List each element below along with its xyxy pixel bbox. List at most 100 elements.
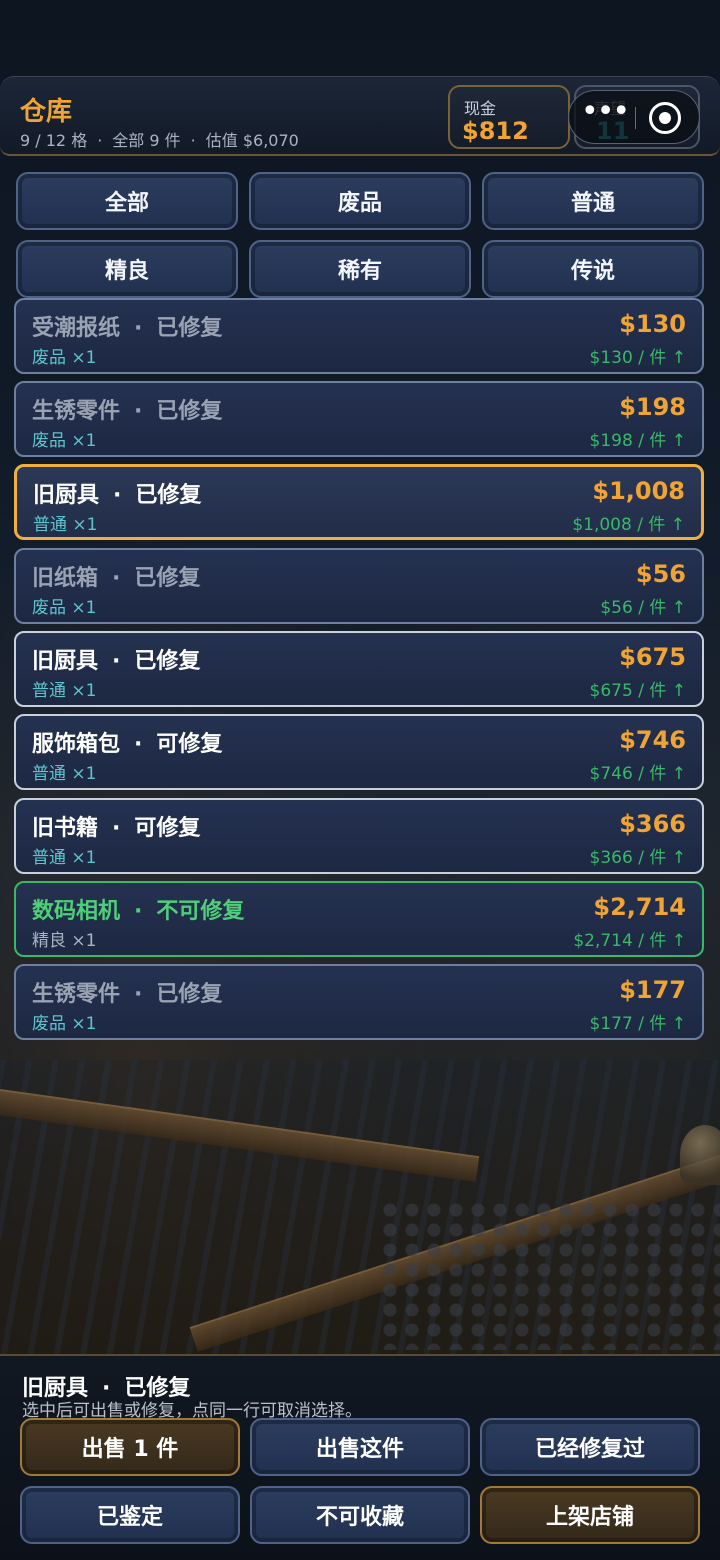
item-price: $1,008: [592, 477, 685, 505]
item-title: 生锈零件 · 已修复: [32, 976, 222, 1008]
separator-dot: ·: [112, 816, 121, 841]
item-row-selected[interactable]: 旧厨具 · 已修复 普通 ×1 $1,008 $1,008 / 件 ↑: [14, 464, 704, 540]
grade-label: 普通: [33, 515, 67, 535]
target-icon[interactable]: [649, 102, 681, 134]
item-price: $56: [635, 560, 686, 588]
slot-count: 9 / 12 格: [20, 131, 88, 150]
separator-dot: ·: [134, 899, 143, 924]
filter-rare[interactable]: 稀有: [249, 240, 471, 298]
item-grade: 废品 ×1: [32, 593, 96, 618]
item-price: $177: [619, 976, 686, 1004]
item-row[interactable]: 旧书籍 · 可修复 普通 ×1 $366 $366 / 件 ↑: [14, 798, 704, 874]
separator-dot: ·: [134, 732, 143, 757]
item-row[interactable]: 生锈零件 · 已修复 废品 ×1 $177 $177 / 件 ↑: [14, 964, 704, 1040]
item-row[interactable]: 服饰箱包 · 可修复 普通 ×1 $746 $746 / 件 ↑: [14, 714, 704, 790]
item-status: 已修复: [134, 566, 201, 591]
item-row[interactable]: 受潮报纸 · 已修复 废品 ×1 $130 $130 / 件 ↑: [14, 298, 704, 374]
item-grade: 普通 ×1: [32, 843, 96, 868]
separator-dot: ·: [134, 316, 143, 341]
item-quantity: ×1: [71, 431, 97, 451]
item-quantity: ×1: [71, 1014, 97, 1034]
sell-one-button[interactable]: 出售 1 件: [20, 1418, 240, 1476]
item-status: 可修复: [134, 816, 201, 841]
item-status: 已修复: [156, 982, 223, 1007]
item-title: 旧厨具 · 已修复: [32, 643, 200, 675]
item-unit-price: $2,714 / 件 ↑: [573, 931, 686, 951]
item-price: $366: [619, 810, 686, 838]
item-unit-price: $366 / 件 ↑: [589, 848, 686, 868]
item-unit-price: $675 / 件 ↑: [589, 681, 686, 701]
item-unit-price: $130 / 件 ↑: [589, 348, 686, 368]
item-name: 旧书籍: [32, 816, 99, 841]
separator-dot: ·: [134, 399, 143, 424]
already-repaired-button[interactable]: 已经修复过: [480, 1418, 700, 1476]
item-grade: 废品 ×1: [32, 343, 96, 368]
filter-normal[interactable]: 普通: [482, 172, 704, 230]
item-unit-price: $56 / 件 ↑: [600, 598, 686, 618]
item-price: $2,714: [593, 893, 686, 921]
sell-this-button[interactable]: 出售这件: [250, 1418, 470, 1476]
item-title: 服饰箱包 · 可修复: [32, 726, 222, 758]
separator-dot: ·: [113, 483, 122, 508]
separator-dot: ·: [134, 982, 143, 1007]
item-name: 服饰箱包: [32, 732, 121, 757]
item-name: 旧纸箱: [32, 566, 99, 591]
filter-fine[interactable]: 精良: [16, 240, 238, 298]
item-status: 已修复: [135, 483, 202, 508]
item-quantity: ×1: [71, 598, 97, 618]
item-status: 可修复: [156, 732, 223, 757]
filter-legendary[interactable]: 传说: [482, 240, 704, 298]
item-quantity: ×1: [71, 681, 97, 701]
item-grade: 普通 ×1: [32, 759, 96, 784]
item-quantity: ×1: [71, 848, 97, 868]
more-icon[interactable]: •••: [581, 97, 630, 133]
item-name: 生锈零件: [32, 982, 121, 1007]
item-name: 旧厨具: [33, 483, 100, 508]
grade-label: 废品: [32, 431, 66, 451]
item-title: 生锈零件 · 已修复: [32, 393, 222, 425]
filter-all[interactable]: 全部: [16, 172, 238, 230]
item-row[interactable]: 生锈零件 · 已修复 废品 ×1 $198 $198 / 件 ↑: [14, 381, 704, 457]
item-price: $198: [619, 393, 686, 421]
item-grade: 普通 ×1: [32, 676, 96, 701]
list-in-shop-button[interactable]: 上架店铺: [480, 1486, 700, 1544]
item-name: 数码相机: [32, 899, 121, 924]
separator-dot: ·: [190, 131, 196, 150]
item-quantity: ×1: [71, 348, 97, 368]
cash-value: $812: [462, 117, 529, 145]
separator-dot: ·: [112, 566, 121, 591]
cash-panel: 现金 $812: [448, 85, 570, 149]
item-status: 已修复: [156, 399, 223, 424]
appraised-button[interactable]: 已鉴定: [20, 1486, 240, 1544]
miniprogram-capsule: •••: [568, 90, 700, 144]
grade-label: 废品: [32, 598, 66, 618]
filter-junk[interactable]: 废品: [249, 172, 471, 230]
item-unit-price: $746 / 件 ↑: [589, 764, 686, 784]
estimated-value: 估值 $6,070: [205, 131, 299, 150]
action-panel: 旧厨具 · 已修复 选中后可出售或修复，点同一行可取消选择。 出售 1 件 出售这件…: [0, 1354, 720, 1560]
item-quantity: ×1: [71, 931, 97, 951]
separator-dot: ·: [112, 649, 121, 674]
item-price: $746: [619, 726, 686, 754]
cobblestone-decoration: [380, 1200, 720, 1350]
grade-label: 普通: [32, 848, 66, 868]
grade-label: 废品: [32, 1014, 66, 1034]
grade-label: 普通: [32, 681, 66, 701]
item-title: 旧纸箱 · 已修复: [32, 560, 200, 592]
item-row[interactable]: 旧纸箱 · 已修复 废品 ×1 $56 $56 / 件 ↑: [14, 548, 704, 624]
item-name: 生锈零件: [32, 399, 121, 424]
grade-label: 废品: [32, 348, 66, 368]
item-title: 数码相机 · 不可修复: [32, 893, 244, 925]
page-title: 仓库: [20, 97, 73, 127]
item-quantity: ×1: [72, 515, 98, 535]
item-unit-price: $1,008 / 件 ↑: [572, 515, 685, 535]
item-grade: 废品 ×1: [32, 1009, 96, 1034]
item-grade: 普通 ×1: [33, 510, 97, 535]
item-row[interactable]: 旧厨具 · 已修复 普通 ×1 $675 $675 / 件 ↑: [14, 631, 704, 707]
separator-dot: ·: [97, 131, 103, 150]
item-row[interactable]: 数码相机 · 不可修复 精良 ×1 $2,714 $2,714 / 件 ↑: [14, 881, 704, 957]
item-title: 旧书籍 · 可修复: [32, 810, 200, 842]
item-price: $130: [619, 310, 686, 338]
capsule-divider: [635, 107, 636, 129]
not-collectible-button[interactable]: 不可收藏: [250, 1486, 470, 1544]
